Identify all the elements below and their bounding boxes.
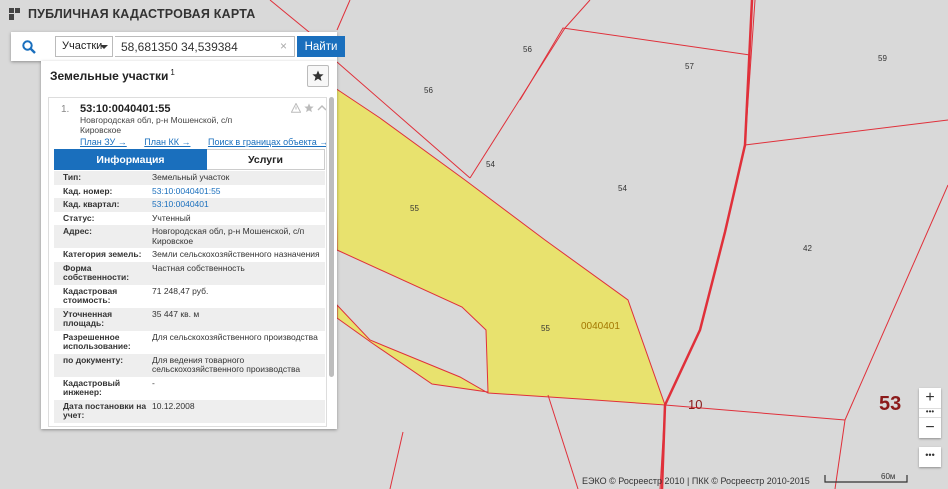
table-row: Форма собственности: Частная собственност… [54,261,325,285]
star-icon[interactable] [304,103,314,113]
app-title: ПУБЛИЧНАЯ КАДАСТРОВАЯ КАРТА [28,7,256,21]
table-row: Категория земель: Земли сельскохозяйствен… [54,248,325,262]
parcel-label: 59 [878,54,887,63]
attr-key: Тип: [63,172,82,182]
item-actions [291,103,327,113]
attr-key: Адрес: [63,226,92,236]
warning-icon[interactable] [291,103,301,113]
parcel-label: 55 [541,324,550,333]
zoom-out-button[interactable]: − [919,418,941,438]
chevron-up-icon[interactable] [317,103,327,113]
attr-value: 35 447 кв. м [152,308,200,319]
result-item[interactable]: 1. 53:10:0040401:55 Новгородская обл, р-… [48,97,327,427]
panel-scrollbar[interactable] [328,91,335,427]
plan-kk-link[interactable]: План КК → [144,137,190,147]
attr-value: Для ведения товарного сельскохозяйственн… [152,354,301,374]
search-bar: Участки × Найти [11,32,345,61]
search-within-link[interactable]: Поиск в границах объекта → [208,137,326,147]
attr-value: Новгородская обл, р-н Мошенской, с/п Кир… [152,226,305,246]
table-row: Кад. квартал: 53:10:0040401 [54,198,325,212]
attr-key: Кад. квартал: [63,199,120,209]
zoom-in-button[interactable]: + [919,388,941,408]
zoom-dots[interactable]: ••• [919,408,941,418]
table-row: Уточненная площадь: 35 447 кв. м [54,307,325,331]
panel-title-text: Земельные участки [50,69,169,83]
parcel-label: 56 [424,86,433,95]
attribute-table: Тип: Земельный участок Кад. номер: 53:10:0… [54,171,325,423]
attr-value: Частная собственность [152,262,245,273]
parcel-label: 56 [523,45,532,54]
parcel-label: 54 [618,184,627,193]
attr-key: Статус: [63,212,95,223]
pkk-logo-icon [9,8,20,20]
region-label: 53 [879,393,902,415]
quarter-label: 0040401 [581,321,620,332]
search-icon [22,39,36,54]
star-icon [312,70,324,81]
search-scope-select[interactable]: Участки [55,36,113,57]
table-row: Кад. номер: 53:10:0040401:55 [54,185,325,199]
scale-label: 60м [881,472,896,481]
attr-value: 10.12.2008 [152,400,195,411]
result-number: 1. [61,104,70,115]
table-row: по документу: Для ведения товарного сельс… [54,353,325,377]
item-tabs: Информация Услуги [54,149,325,170]
district-label: 10 [688,397,703,412]
attr-value-link[interactable]: 53:10:0040401:55 [152,186,322,197]
attr-key: Кадастровая стоимость: [63,285,118,305]
app-header: ПУБЛИЧНАЯ КАДАСТРОВАЯ КАРТА [8,4,255,24]
tab-services[interactable]: Услуги [207,149,325,170]
attr-key: Разрешенное использование: [63,331,131,351]
cadastral-id[interactable]: 53:10:0040401:55 [80,103,171,115]
item-links: План ЗУ → План КК → Поиск в границах объ… [80,137,326,147]
attr-key: Кад. номер: [63,185,113,196]
table-row: Статус: Учтенный [54,212,325,226]
result-address: Новгородская обл, р-н Мошенской, с/п Кир… [80,115,233,135]
attr-key: Кадастровый инженер: [63,377,121,397]
attr-value: Земли сельскохозяйственного назначения [152,249,320,259]
attr-value: Земельный участок [152,172,230,182]
find-button[interactable]: Найти [297,36,345,57]
table-row: Тип: Земельный участок [54,171,325,185]
attr-key: Дата постановки на учет: [63,400,147,420]
favorite-button[interactable] [307,65,329,87]
attr-key: по документу: [63,354,124,365]
attr-value: Учтенный [152,212,191,223]
results-panel: Земельные участки 1 1. 53:10:0040401:55 Н… [41,61,337,429]
table-row: Разрешенное использование: Для сельскохоз… [54,331,325,354]
parcel-label: 57 [685,62,694,71]
attr-key: Форма собственности: [63,262,130,282]
zoom-control: + ••• − [919,388,941,438]
parcel-label: 55 [410,204,419,213]
attr-key: Уточненная площадь: [63,308,113,328]
table-row: Дата постановки на учет: 10.12.2008 [54,399,325,423]
attr-value: - [152,377,155,388]
table-row: Кадастровая стоимость: 71 248,47 руб. [54,285,325,308]
clear-icon[interactable]: × [280,39,287,53]
parcel-label: 54 [486,160,495,169]
attr-key: Категория земель: [63,249,142,259]
attr-value: Для сельскохозяйственного производства [152,331,318,342]
panel-title-count: 1 [170,68,175,77]
chevron-down-icon [100,45,108,49]
copyright-text: ЕЭКО © Росреестр 2010 | ПКК © Росреестр … [582,476,810,486]
attr-value-link[interactable]: 53:10:0040401 [152,199,322,210]
more-button[interactable]: ••• [919,447,941,467]
tab-info[interactable]: Информация [54,149,207,170]
scrollbar-thumb[interactable] [329,97,334,377]
parcel-label: 42 [803,244,812,253]
table-row: Адрес: Новгородская обл, р-н Мошенской, с… [54,225,325,248]
search-input[interactable] [115,36,295,57]
panel-title: Земельные участки 1 [50,68,175,83]
search-toggle-button[interactable] [11,32,47,61]
table-row: Кадастровый инженер: - [54,377,325,400]
attr-value: 71 248,47 руб. [152,285,209,296]
search-scope-value: Участки [62,40,103,52]
plan-zu-link[interactable]: План ЗУ → [80,137,127,147]
